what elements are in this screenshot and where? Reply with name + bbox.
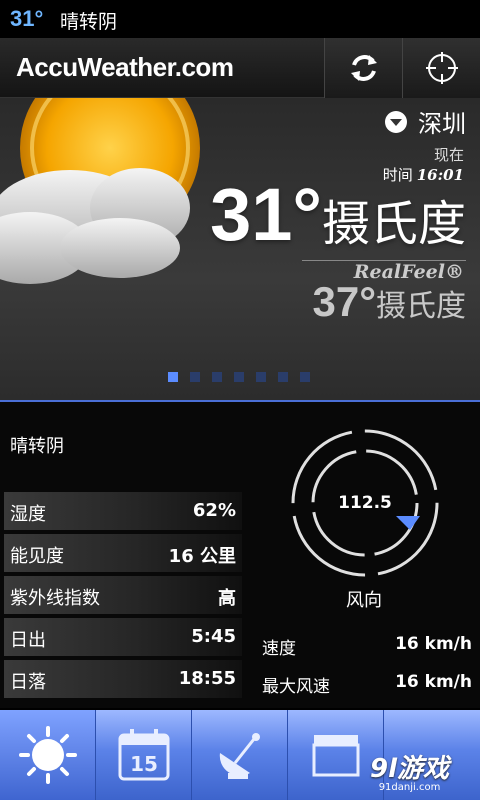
watermark: 9l游戏 91danji.com	[370, 748, 449, 793]
stat-row-sunset: 日落 18:55	[4, 660, 242, 698]
page-dot[interactable]	[278, 372, 288, 382]
stat-row-sunrise: 日出 5:45	[4, 618, 242, 656]
status-temperature: 31°	[10, 6, 44, 31]
stat-label: 紫外线指数	[10, 588, 100, 609]
stat-label: 能见度	[10, 546, 64, 567]
realfeel-unit: 摄氏度	[376, 289, 466, 324]
location-name: 深圳	[418, 110, 466, 138]
video-icon	[312, 735, 359, 777]
page-dot[interactable]	[190, 372, 200, 382]
stat-label: 日落	[10, 672, 46, 693]
stat-label: 湿度	[10, 504, 46, 525]
realfeel-temperature: 37°摄氏度	[312, 278, 466, 326]
max-wind-label: 最大风速	[262, 677, 330, 697]
now-label: 现在	[433, 146, 464, 164]
tab-forecast[interactable]: 15	[96, 710, 192, 800]
wind-speed-label: 速度	[262, 639, 296, 659]
stat-value: 高	[218, 588, 236, 609]
stat-row-uv-index: 紫外线指数 高	[4, 576, 242, 614]
page-dot[interactable]	[234, 372, 244, 382]
status-bar: 31° 晴转阴	[0, 0, 480, 38]
max-wind-value: 16 km/h	[395, 672, 472, 692]
stat-label: 日出	[10, 630, 46, 651]
wind-direction-degrees: 112.5	[338, 493, 392, 513]
watermark-text: 9l游戏	[370, 754, 450, 784]
chevron-down-icon	[385, 110, 407, 133]
wind-direction-arrow	[396, 516, 420, 530]
stat-value: 62%	[192, 500, 236, 521]
wind-direction-label: 风向	[346, 590, 382, 611]
locate-button[interactable]	[402, 38, 480, 98]
wind-speed-value: 16 km/h	[395, 634, 472, 654]
stat-value: 16 公里	[168, 546, 236, 567]
wind-speed-row: 速度 16 km/h	[260, 630, 474, 660]
details-panel: 晴转阴 湿度 62% 能见度 16 公里 紫外线指数 高 日出 5:45 日落 …	[0, 402, 480, 708]
status-condition: 晴转阴	[60, 11, 118, 33]
page-indicator[interactable]	[168, 372, 310, 382]
current-temperature: 31°摄氏度	[210, 172, 466, 257]
page-dot[interactable]	[168, 372, 178, 382]
tab-current[interactable]	[0, 710, 96, 800]
stat-value: 18:55	[178, 668, 236, 689]
watermark-url: 91danji.com	[378, 782, 441, 793]
app-logo: AccuWeather.com	[16, 52, 234, 82]
calendar-icon: 15	[118, 729, 169, 781]
realfeel-value: 37°	[312, 278, 376, 325]
current-weather-panel[interactable]: 深圳 现在 时间 16:01 31°摄氏度 RealFeel® 37°摄氏度	[0, 98, 480, 400]
stat-row-humidity: 湿度 62%	[4, 492, 242, 530]
temperature-value: 31°	[210, 173, 322, 256]
crosshair-icon	[425, 52, 458, 84]
calendar-day: 15	[130, 752, 158, 776]
page-dot[interactable]	[256, 372, 266, 382]
app-header: AccuWeather.com	[0, 38, 480, 98]
refresh-icon	[350, 55, 377, 81]
condition-text: 晴转阴	[10, 436, 64, 457]
stat-value: 5:45	[191, 626, 236, 647]
wind-compass: 112.5	[291, 429, 439, 577]
location-selector[interactable]: 深圳	[384, 104, 466, 139]
refresh-button[interactable]	[324, 38, 402, 98]
tab-satellite[interactable]	[192, 710, 288, 800]
page-dot[interactable]	[212, 372, 222, 382]
max-wind-row: 最大风速 16 km/h	[260, 668, 474, 698]
page-dot[interactable]	[300, 372, 310, 382]
sun-icon	[18, 726, 77, 784]
satellite-dish-icon	[219, 733, 260, 779]
temperature-unit: 摄氏度	[321, 196, 466, 252]
stat-row-visibility: 能见度 16 公里	[4, 534, 242, 572]
